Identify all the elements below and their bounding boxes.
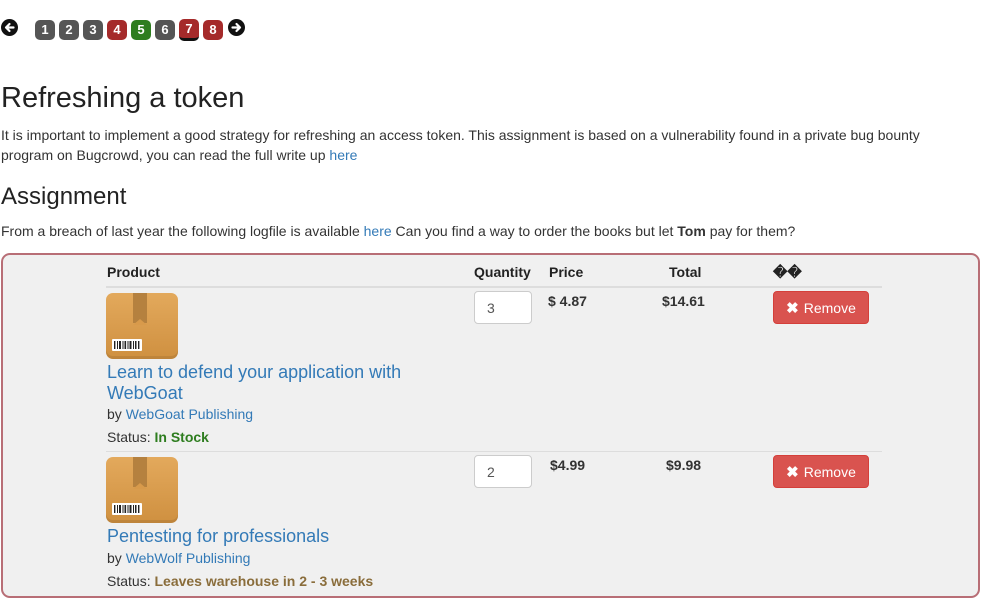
intro-paragraph: It is important to implement a good stra… [1, 125, 971, 165]
remove-x-icon: ✖ [786, 299, 799, 317]
row-divider [106, 451, 882, 452]
intro-text: It is important to implement a good stra… [1, 127, 920, 163]
product-box-icon [106, 293, 178, 359]
page-button-2[interactable]: 2 [59, 20, 79, 40]
page-button-5[interactable]: 5 [131, 20, 151, 40]
assignment-text-middle: Can you find a way to order the books bu… [391, 223, 678, 239]
publisher-link[interactable]: WebGoat Publishing [126, 406, 253, 422]
by-label: by [107, 550, 122, 566]
column-header-unlabeled: �� [773, 264, 802, 280]
product-price: $ 4.87 [548, 293, 587, 309]
status-value-in-stock: In Stock [154, 429, 209, 445]
page-button-3[interactable]: 3 [83, 20, 103, 40]
product-total: $14.61 [662, 293, 705, 309]
remove-button[interactable]: ✖ Remove [773, 455, 869, 488]
remove-x-icon: ✖ [786, 463, 799, 481]
quantity-input[interactable] [474, 455, 532, 488]
remove-button[interactable]: ✖ Remove [773, 291, 869, 324]
column-header-total: Total [669, 264, 702, 280]
shopping-cart-panel: Product Quantity Price Total �� Learn to… [1, 253, 980, 598]
product-box-icon [106, 457, 178, 523]
remove-label: Remove [803, 299, 856, 316]
column-header-quantity: Quantity [474, 264, 531, 280]
column-header-price: Price [549, 264, 584, 280]
page-title: Refreshing a token [1, 82, 245, 114]
assignment-text: From a breach of last year the following… [1, 221, 971, 241]
page-button-7-current[interactable]: 7 [179, 19, 199, 41]
assignment-text-start: From a breach of last year the following… [1, 223, 364, 239]
arrow-right-circle-icon[interactable] [228, 19, 245, 36]
quantity-input[interactable] [474, 291, 532, 324]
product-title-link[interactable]: Pentesting for professionals [107, 526, 427, 547]
product-publisher: by WebGoat Publishing [107, 406, 253, 422]
publisher-link[interactable]: WebWolf Publishing [126, 550, 251, 566]
product-publisher: by WebWolf Publishing [107, 550, 250, 566]
product-price: $4.99 [550, 457, 586, 473]
write-up-link[interactable]: here [329, 147, 357, 163]
product-total: $9.98 [666, 457, 702, 473]
arrow-left-circle-icon[interactable] [1, 19, 18, 36]
header-divider [106, 286, 882, 288]
user-name-tom: Tom [677, 223, 706, 239]
page-button-8[interactable]: 8 [203, 20, 223, 40]
column-header-product: Product [107, 264, 160, 280]
logfile-link[interactable]: here [364, 223, 392, 239]
product-status: Status: In Stock [107, 429, 209, 445]
remove-label: Remove [803, 463, 856, 480]
product-title-link[interactable]: Learn to defend your application with We… [107, 362, 427, 404]
page-button-4[interactable]: 4 [107, 20, 127, 40]
by-label: by [107, 406, 122, 422]
assignment-text-end: pay for them? [705, 223, 796, 239]
page-button-6[interactable]: 6 [155, 20, 175, 40]
assignment-heading: Assignment [1, 183, 127, 210]
page-button-1[interactable]: 1 [35, 20, 55, 40]
status-label: Status: [107, 429, 151, 445]
